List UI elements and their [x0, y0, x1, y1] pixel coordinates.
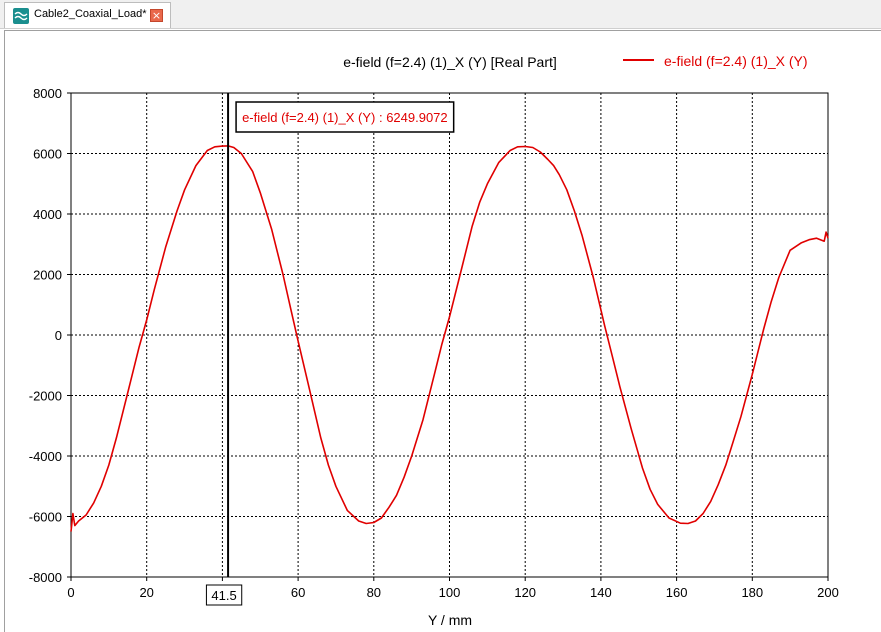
y-tick-label: -4000: [29, 449, 62, 464]
x-tick-label: 0: [67, 585, 74, 600]
legend-entry: e-field (f=2.4) (1)_X (Y): [664, 53, 808, 69]
line-chart: 0204060801001201401601802008000600040002…: [29, 53, 839, 628]
y-tick-label: 2000: [33, 268, 62, 283]
marker-x-label: 41.5: [211, 588, 236, 603]
chart-title: e-field (f=2.4) (1)_X (Y) [Real Part]: [343, 54, 557, 70]
y-tick-label: 4000: [33, 207, 62, 222]
y-tick-label: -6000: [29, 510, 62, 525]
y-tick-label: -2000: [29, 389, 62, 404]
x-tick-label: 80: [367, 585, 381, 600]
x-tick-label: 160: [666, 585, 688, 600]
y-tick-label: 0: [55, 328, 62, 343]
x-tick-label: 120: [514, 585, 536, 600]
x-tick-label: 200: [817, 585, 839, 600]
y-tick-label: 8000: [33, 86, 62, 101]
marker-readout: e-field (f=2.4) (1)_X (Y) : 6249.9072: [242, 110, 448, 125]
x-tick-label: 100: [439, 585, 461, 600]
y-tick-label: -8000: [29, 570, 62, 585]
y-tick-label: 6000: [33, 147, 62, 162]
x-axis-label: Y / mm: [428, 612, 472, 628]
x-tick-label: 140: [590, 585, 612, 600]
x-tick-label: 20: [139, 585, 153, 600]
x-tick-label: 60: [291, 585, 305, 600]
x-tick-label: 180: [741, 585, 763, 600]
